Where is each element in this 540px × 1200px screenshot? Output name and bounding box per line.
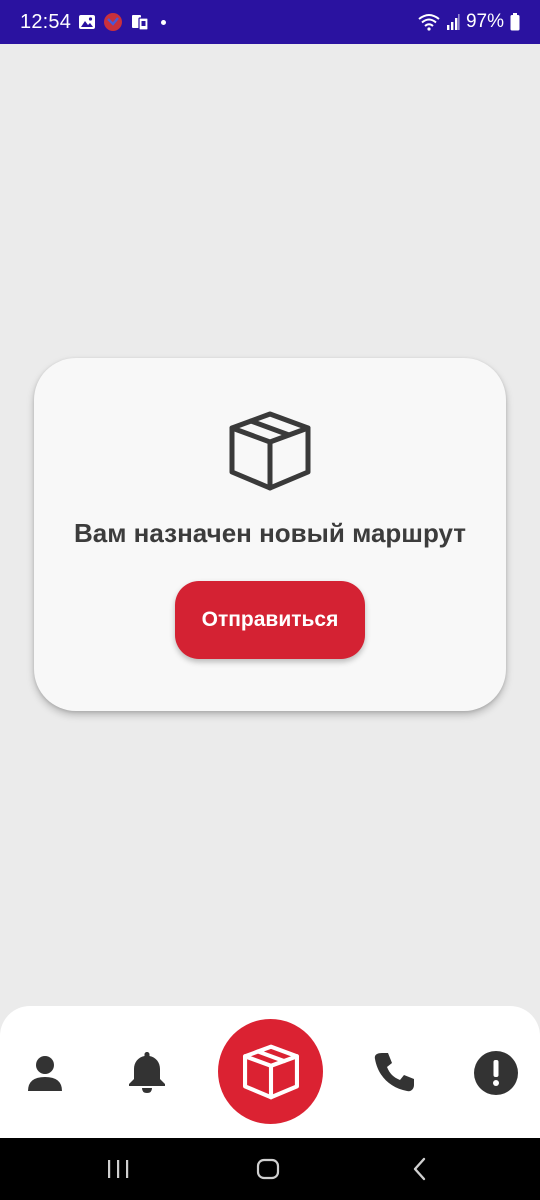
signal-icon — [446, 13, 460, 31]
battery-percent: 97% — [465, 11, 504, 32]
profile-icon[interactable] — [22, 1050, 68, 1096]
sim-transfer-icon — [130, 12, 150, 32]
route-assigned-title: Вам назначен новый маршрут — [73, 518, 467, 548]
package-box-icon — [228, 410, 312, 497]
status-time: 12:54 — [20, 10, 72, 33]
wifi-icon — [418, 13, 440, 31]
gallery-icon — [78, 13, 96, 31]
status-right: 97% — [418, 11, 520, 33]
home-icon[interactable] — [246, 1138, 290, 1200]
package-box-icon — [242, 1044, 300, 1100]
bell-icon[interactable] — [124, 1048, 170, 1096]
routes-tab-button[interactable] — [218, 1019, 323, 1124]
status-bar: 12:54 97% — [0, 0, 540, 44]
alert-icon[interactable] — [472, 1049, 520, 1097]
status-left: 12:54 — [20, 10, 167, 34]
phone-icon[interactable] — [370, 1048, 418, 1096]
battery-icon — [510, 13, 520, 31]
more-notifications-dot — [161, 19, 167, 25]
recents-icon[interactable] — [96, 1138, 140, 1200]
app-notification-icon — [103, 12, 123, 32]
back-icon[interactable] — [398, 1138, 442, 1200]
depart-button[interactable]: Отправиться — [175, 581, 365, 659]
